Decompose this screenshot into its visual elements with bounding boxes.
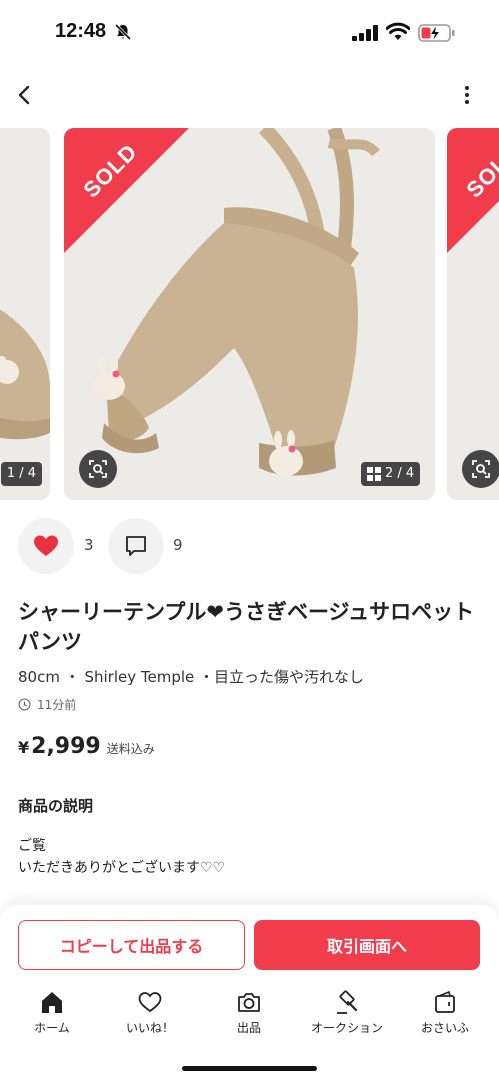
- battery-charging-icon: [418, 24, 455, 42]
- posted-time-label: 11分前: [37, 698, 77, 712]
- comment-count: 9: [173, 536, 183, 554]
- tab-wallet-label: おさいふ: [420, 1021, 469, 1035]
- tab-bar: ホーム いいね！ 出品 オークション おさいふ: [0, 985, 499, 1045]
- image-counter-label: 2 / 4: [385, 466, 415, 481]
- copy-listing-button[interactable]: コピーして出品する: [18, 920, 245, 970]
- description-text: ご覧 いただきありがとございます♡♡: [18, 835, 225, 879]
- image-counter-previous: 1 / 4: [0, 462, 42, 486]
- tab-home-label: ホーム: [34, 1021, 70, 1035]
- like-button[interactable]: [18, 518, 74, 574]
- comment-button[interactable]: [108, 518, 164, 574]
- camera-icon: [238, 993, 260, 1012]
- carousel-slide-current[interactable]: SOLD 2 / 4: [64, 128, 435, 500]
- tab-auction-label: オークション: [310, 1021, 383, 1035]
- lens-scan-icon: [472, 460, 490, 478]
- description-line: いただきありがとございます♡♡: [18, 860, 226, 876]
- like-count: 3: [84, 536, 94, 554]
- wifi-icon: [386, 22, 410, 40]
- description-line: ご覧: [18, 838, 46, 854]
- price: 2,999: [31, 734, 101, 759]
- status-bar: 12:48: [0, 0, 499, 64]
- tab-likes-label: いいね！: [125, 1021, 174, 1035]
- posted-time: 11分前: [18, 696, 76, 713]
- item-title: シャーリーテンプル❤︎うさぎベージュサロペットパンツ: [18, 600, 475, 654]
- item-actions: 3 9: [0, 518, 499, 574]
- tab-likes[interactable]: いいね！: [105, 985, 195, 1041]
- tab-sell-label: 出品: [236, 1021, 261, 1035]
- bell-off-icon: [114, 23, 132, 41]
- image-search-button-next[interactable]: [462, 450, 499, 488]
- image-counter[interactable]: 2 / 4: [361, 462, 421, 486]
- clock-icon: [18, 698, 31, 711]
- back-arrow-icon[interactable]: [10, 78, 40, 112]
- comment-icon: [126, 536, 146, 556]
- currency-symbol: ¥: [18, 738, 30, 757]
- cellular-signal-icon: [352, 25, 378, 41]
- home-icon: [42, 992, 62, 1013]
- product-photo: [0, 128, 50, 500]
- home-indicator: [182, 1066, 317, 1071]
- item-meta: 80cm ・ Shirley Temple ・目立った傷や汚れなし: [18, 668, 365, 686]
- wallet-icon: [435, 990, 455, 1013]
- lens-scan-icon: [89, 460, 107, 478]
- carousel-slide-next[interactable]: SOLD: [447, 128, 499, 500]
- image-search-button[interactable]: [79, 450, 117, 488]
- more-options-icon[interactable]: [455, 78, 479, 112]
- grid-icon: [367, 467, 381, 481]
- heart-outline-icon: [138, 992, 162, 1013]
- shipping-label: 送料込み: [106, 742, 155, 756]
- gavel-icon: [337, 990, 358, 1014]
- status-time: 12:48: [55, 20, 107, 42]
- description-heading: 商品の説明: [18, 797, 94, 815]
- trade-screen-button[interactable]: 取引画面へ: [254, 920, 480, 970]
- heart-filled-icon: [34, 535, 58, 556]
- tab-home[interactable]: ホーム: [7, 985, 97, 1041]
- carousel-slide-previous[interactable]: 1 / 4: [0, 128, 50, 500]
- tab-auction[interactable]: オークション: [302, 985, 392, 1041]
- image-carousel[interactable]: 1 / 4 SOLD 2 / 4 SOLD: [0, 128, 499, 500]
- tab-wallet[interactable]: おさいふ: [400, 985, 490, 1041]
- price-row: ¥ 2,999 送料込み: [18, 734, 155, 759]
- top-nav: [0, 70, 499, 120]
- tab-sell[interactable]: 出品: [204, 985, 294, 1041]
